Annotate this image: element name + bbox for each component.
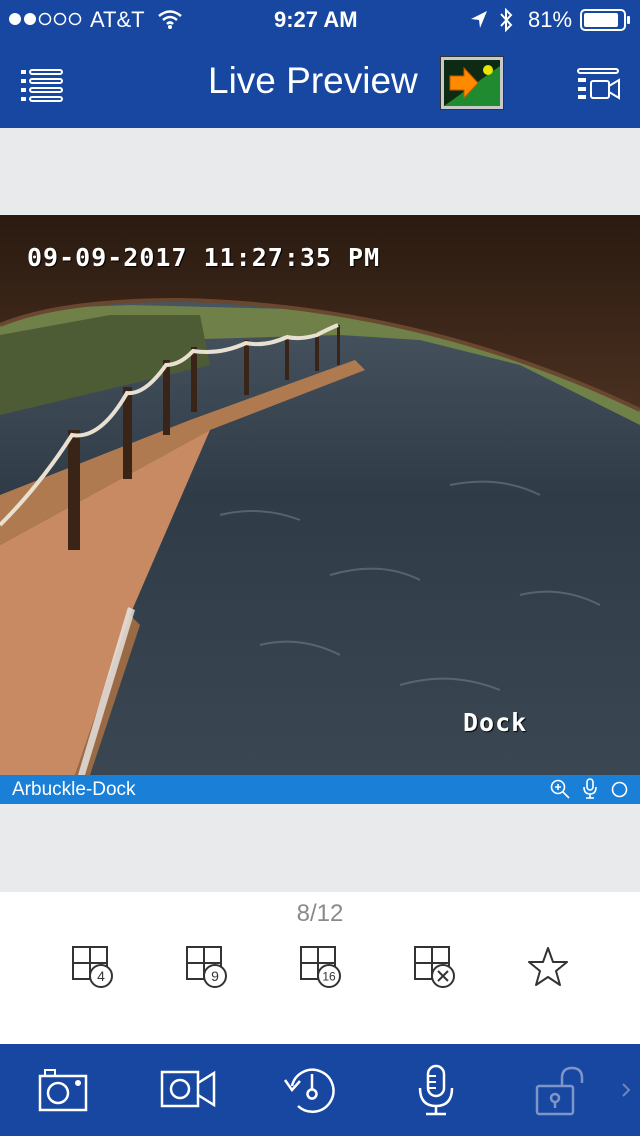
battery-icon: [580, 9, 632, 37]
grid-4-label: 4: [97, 968, 105, 984]
star-icon[interactable]: [527, 946, 569, 993]
audio-microphone-icon[interactable]: [581, 778, 599, 805]
nav-bar: Live Preview: [0, 40, 640, 128]
playback-icon[interactable]: [282, 1064, 338, 1121]
grid-16-label: 16: [322, 970, 336, 984]
video-overlay-label: Dock: [463, 708, 528, 737]
time-label: 9:27 AM: [274, 7, 358, 32]
grid-9-label: 9: [211, 968, 219, 984]
unlock-icon[interactable]: [534, 1066, 590, 1121]
status-bar: AT&T 9:27 AM 81%: [0, 0, 640, 40]
record-status-icon[interactable]: [611, 781, 628, 803]
page-title: Live Preview: [208, 60, 418, 101]
grid-close-icon[interactable]: [414, 946, 456, 993]
bluetooth-icon: [498, 7, 514, 39]
camera-image: [0, 215, 640, 775]
wifi-icon: [157, 8, 183, 36]
location-icon: [470, 10, 488, 36]
app-logo-icon[interactable]: [440, 56, 504, 115]
video-feed[interactable]: 09-09-2017 11:27:35 PM Dock: [0, 215, 640, 775]
chevron-right-icon[interactable]: [620, 1082, 632, 1103]
battery-percent: 81%: [528, 7, 573, 32]
record-video-icon[interactable]: [160, 1070, 218, 1115]
camera-name: Arbuckle-Dock: [12, 779, 136, 800]
carrier-label: AT&T: [90, 7, 145, 32]
microphone-icon[interactable]: [414, 1064, 458, 1123]
menu-list-icon[interactable]: [20, 68, 64, 107]
page-indicator: 8/12: [296, 900, 344, 927]
grid-16-icon[interactable]: 16: [300, 946, 342, 993]
zoom-in-icon[interactable]: [550, 779, 570, 804]
camera-info-bar: Arbuckle-Dock: [0, 775, 640, 804]
signal-icon: [8, 9, 83, 35]
camera-snapshot-icon[interactable]: [38, 1066, 90, 1119]
video-timestamp: 09-09-2017 11:27:35 PM: [27, 243, 381, 272]
grid-4-icon[interactable]: 4: [72, 946, 114, 993]
device-list-icon[interactable]: [577, 68, 621, 105]
grid-9-icon[interactable]: 9: [186, 946, 228, 993]
bottom-toolbar: [0, 1044, 640, 1136]
layout-controls: 8/12 4 9 16: [0, 892, 640, 1044]
